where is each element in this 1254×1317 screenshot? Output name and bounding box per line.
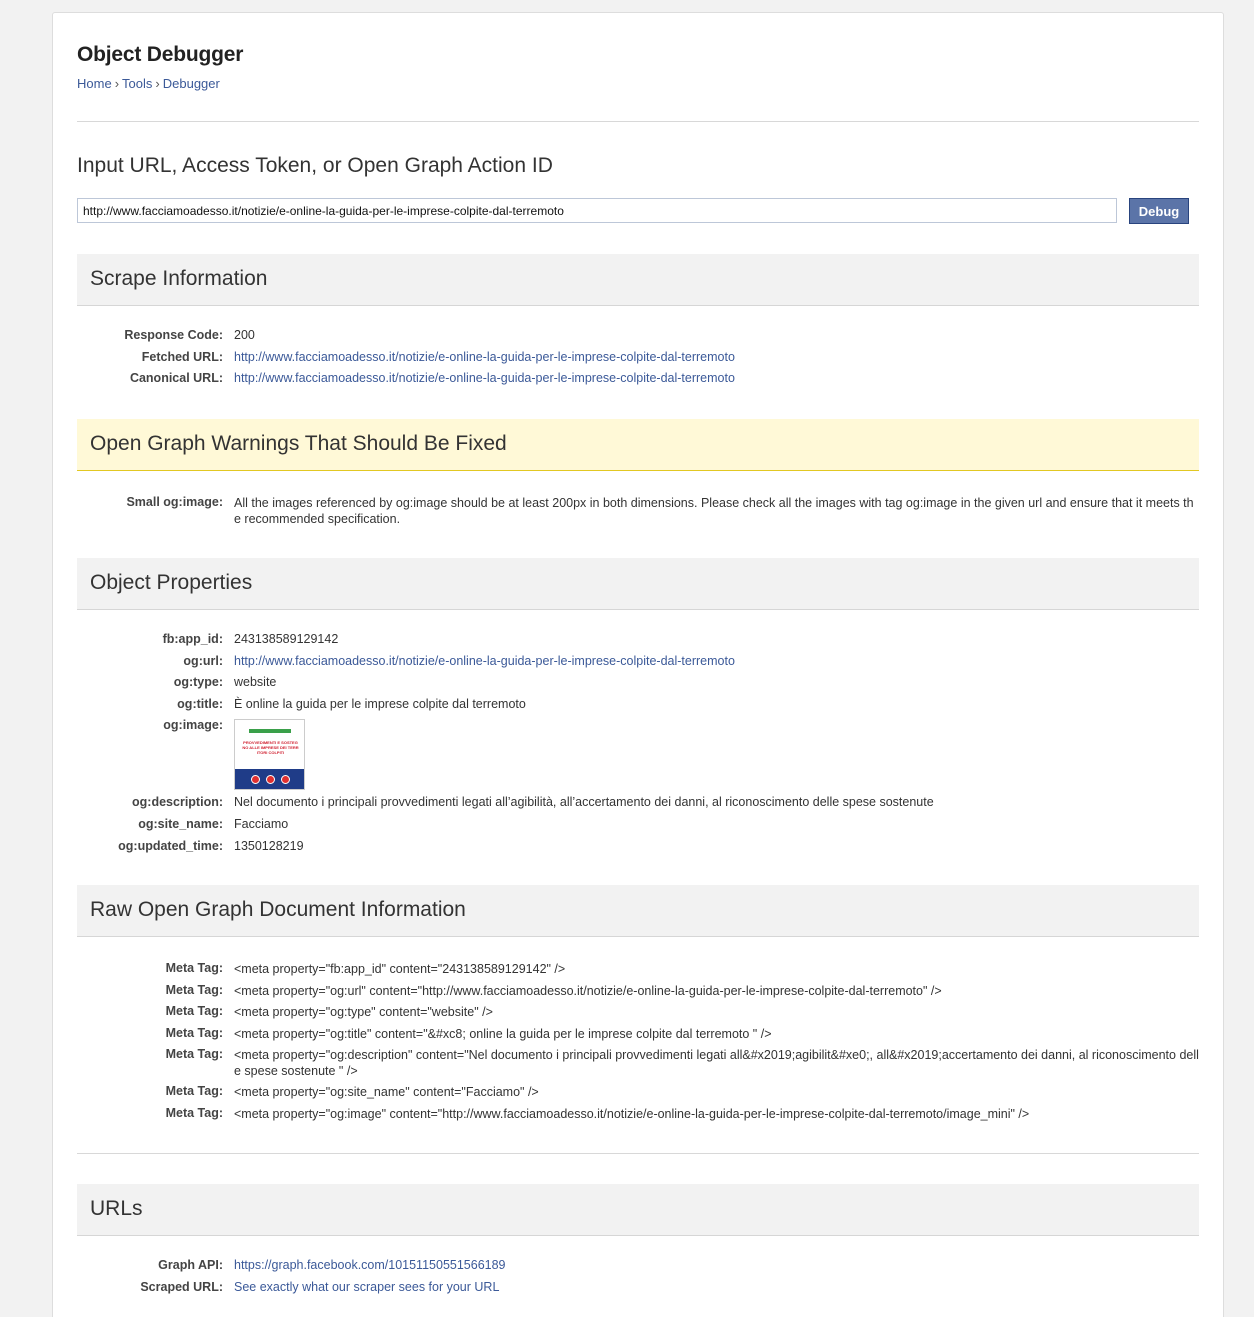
section-title: Object Properties bbox=[90, 571, 253, 594]
info-row: Canonical URL: http://www.facciamoadesso.… bbox=[77, 368, 1199, 390]
row-label: Meta Tag: bbox=[165, 982, 223, 997]
row-link[interactable]: https://graph.facebook.com/1015115055156… bbox=[234, 1258, 506, 1272]
row-value: Nel documento i principali provvedimenti… bbox=[234, 795, 934, 810]
meta-tag-row: Meta Tag: <meta property="og:description"… bbox=[77, 1044, 1199, 1081]
properties-rows: fb:app_id: 243138589129142 og:url: http://w… bbox=[77, 629, 1199, 857]
og-image-thumbnail[interactable]: PROVVEDIMENTI E SOSTEGNO ALLE IMPRESE DE… bbox=[234, 719, 305, 791]
row-label: Meta Tag: bbox=[165, 1004, 223, 1019]
warning-row: Small og:image: All the images referenced… bbox=[77, 492, 1199, 529]
meta-tag-row: Meta Tag: <meta property="og:image" conte… bbox=[77, 1103, 1199, 1125]
row-label: og:url: bbox=[183, 653, 223, 668]
row-value: https://graph.facebook.com/1015115055156… bbox=[234, 1255, 1199, 1277]
debugger-panel: Object Debugger Home › Tools › Debugger Inpu… bbox=[52, 12, 1224, 1317]
urls-section-header: URLs bbox=[77, 1184, 1199, 1236]
info-row: Graph API: https://graph.facebook.com/101… bbox=[77, 1255, 1199, 1277]
row-label: og:site_name: bbox=[138, 816, 223, 831]
breadcrumb-separator: › bbox=[155, 76, 160, 91]
row-label: Meta Tag: bbox=[165, 961, 223, 975]
row-link[interactable]: http://www.facciamoadesso.it/notizie/e-o… bbox=[234, 371, 735, 385]
row-label: og:title: bbox=[177, 696, 223, 711]
debug-button[interactable]: Debug bbox=[1129, 198, 1189, 224]
property-row: og:site_name: Facciamo bbox=[77, 814, 1199, 836]
info-row: Fetched URL: http://www.facciamoadesso.it… bbox=[77, 347, 1199, 369]
row-value: http://www.facciamoadesso.it/notizie/e-o… bbox=[234, 651, 1199, 673]
page-title: Object Debugger bbox=[77, 43, 244, 66]
property-row: og:title: È online la guida per le impres… bbox=[77, 694, 1199, 716]
row-link[interactable]: http://www.facciamoadesso.it/notizie/e-o… bbox=[234, 654, 735, 668]
info-row: Scraped URL: See exactly what our scraper… bbox=[77, 1277, 1199, 1299]
property-row: og:url: http://www.facciamoadesso.it/noti… bbox=[77, 651, 1199, 673]
row-value: website bbox=[234, 675, 277, 690]
row-value: <meta property="og:image" content="http:… bbox=[234, 1106, 1030, 1121]
row-value: PROVVEDIMENTI E SOSTEGNO ALLE IMPRESE DE… bbox=[234, 715, 1199, 792]
divider bbox=[77, 121, 1199, 122]
section-title: URLs bbox=[90, 1197, 143, 1220]
row-value: <meta property="og:type" content="websit… bbox=[234, 1005, 493, 1020]
meta-tag-row: Meta Tag: <meta property="og:site_name" c… bbox=[77, 1081, 1199, 1103]
row-value: 1350128219 bbox=[234, 838, 304, 853]
row-value: <meta property="fb:app_id" content="2431… bbox=[234, 962, 566, 976]
row-label: Fetched URL: bbox=[141, 349, 223, 364]
row-value: http://www.facciamoadesso.it/notizie/e-o… bbox=[234, 347, 1199, 369]
section-title: Scrape Information bbox=[90, 267, 268, 290]
row-label: Small og:image: bbox=[126, 495, 223, 509]
row-value: 200 bbox=[234, 328, 255, 342]
input-heading: Input URL, Access Token, or Open Graph A… bbox=[77, 154, 553, 177]
row-label: Scraped URL: bbox=[140, 1279, 223, 1294]
row-value: <meta property="og:description" content=… bbox=[234, 1048, 1199, 1079]
raw-rows: Meta Tag: <meta property="fb:app_id" cont… bbox=[77, 958, 1199, 1125]
raw-section-header: Raw Open Graph Document Information bbox=[77, 885, 1199, 937]
meta-tag-row: Meta Tag: <meta property="fb:app_id" cont… bbox=[77, 958, 1199, 980]
row-label: Meta Tag: bbox=[165, 1084, 223, 1099]
breadcrumb-separator: › bbox=[114, 76, 120, 91]
properties-section-header: Object Properties bbox=[77, 558, 1199, 610]
property-row: og:description: Nel documento i principal… bbox=[77, 792, 1199, 814]
row-label: fb:app_id: bbox=[162, 632, 223, 646]
row-value: 243138589129142 bbox=[234, 632, 339, 646]
row-value: All the images referenced by og:image sh… bbox=[234, 496, 1194, 526]
property-row: og:image: PROVVEDIMENTI E SOSTEGNO ALLE I… bbox=[77, 715, 1199, 792]
row-label: Graph API: bbox=[158, 1258, 223, 1272]
row-link[interactable]: See exactly what our scraper sees for yo… bbox=[234, 1280, 499, 1294]
section-title: Open Graph Warnings That Should Be Fixed bbox=[90, 432, 507, 455]
row-label: Response Code: bbox=[124, 328, 223, 342]
breadcrumb: Home › Tools › Debugger bbox=[77, 76, 220, 91]
row-label: Canonical URL: bbox=[129, 371, 223, 386]
row-label: Meta Tag: bbox=[165, 1105, 223, 1120]
row-label: Meta Tag: bbox=[165, 1025, 223, 1040]
row-value: <meta property="og:site_name" content="F… bbox=[234, 1085, 539, 1100]
row-value: <meta property="og:url" content="http://… bbox=[234, 983, 942, 998]
row-value: <meta property="og:title" content="&#xc8… bbox=[234, 1026, 772, 1041]
breadcrumb-debugger[interactable]: Debugger bbox=[163, 76, 220, 91]
property-row: fb:app_id: 243138589129142 bbox=[77, 629, 1199, 651]
row-value: See exactly what our scraper sees for yo… bbox=[234, 1277, 1199, 1299]
row-value: Facciamo bbox=[234, 816, 289, 831]
breadcrumb-home[interactable]: Home bbox=[77, 76, 112, 91]
meta-tag-row: Meta Tag: <meta property="og:url" content… bbox=[77, 980, 1199, 1002]
scrape-section-header: Scrape Information bbox=[77, 254, 1199, 306]
thumb-logo-bar bbox=[249, 729, 291, 734]
warnings-rows: Small og:image: All the images referenced… bbox=[77, 492, 1199, 529]
property-row: og:updated_time: 1350128219 bbox=[77, 836, 1199, 858]
property-row: og:type: website bbox=[77, 672, 1199, 694]
warnings-section-header: Open Graph Warnings That Should Be Fixed bbox=[77, 419, 1199, 471]
scrape-rows: Response Code: 200 Fetched URL: http://www.… bbox=[77, 325, 1199, 390]
row-label: Meta Tag: bbox=[165, 1047, 223, 1062]
row-link[interactable]: http://www.facciamoadesso.it/notizie/e-o… bbox=[234, 350, 735, 364]
url-input[interactable] bbox=[77, 198, 1117, 223]
row-value: http://www.facciamoadesso.it/notizie/e-o… bbox=[234, 368, 1199, 390]
row-label: og:image: bbox=[163, 718, 223, 733]
row-label: og:updated_time: bbox=[118, 838, 223, 853]
thumb-text: PROVVEDIMENTI E SOSTEGNO ALLE IMPRESE DE… bbox=[242, 740, 299, 756]
row-label: og:type: bbox=[173, 675, 223, 690]
meta-tag-row: Meta Tag: <meta property="og:type" conten… bbox=[77, 1001, 1199, 1023]
divider bbox=[77, 1153, 1199, 1154]
section-title: Raw Open Graph Document Information bbox=[90, 898, 466, 921]
row-label: og:description: bbox=[132, 795, 223, 810]
meta-tag-row: Meta Tag: <meta property="og:title" conte… bbox=[77, 1023, 1199, 1045]
urls-rows: Graph API: https://graph.facebook.com/101… bbox=[77, 1255, 1199, 1298]
row-value: È online la guida per le imprese colpite… bbox=[234, 696, 526, 711]
breadcrumb-tools[interactable]: Tools bbox=[122, 76, 152, 91]
info-row: Response Code: 200 bbox=[77, 325, 1199, 347]
